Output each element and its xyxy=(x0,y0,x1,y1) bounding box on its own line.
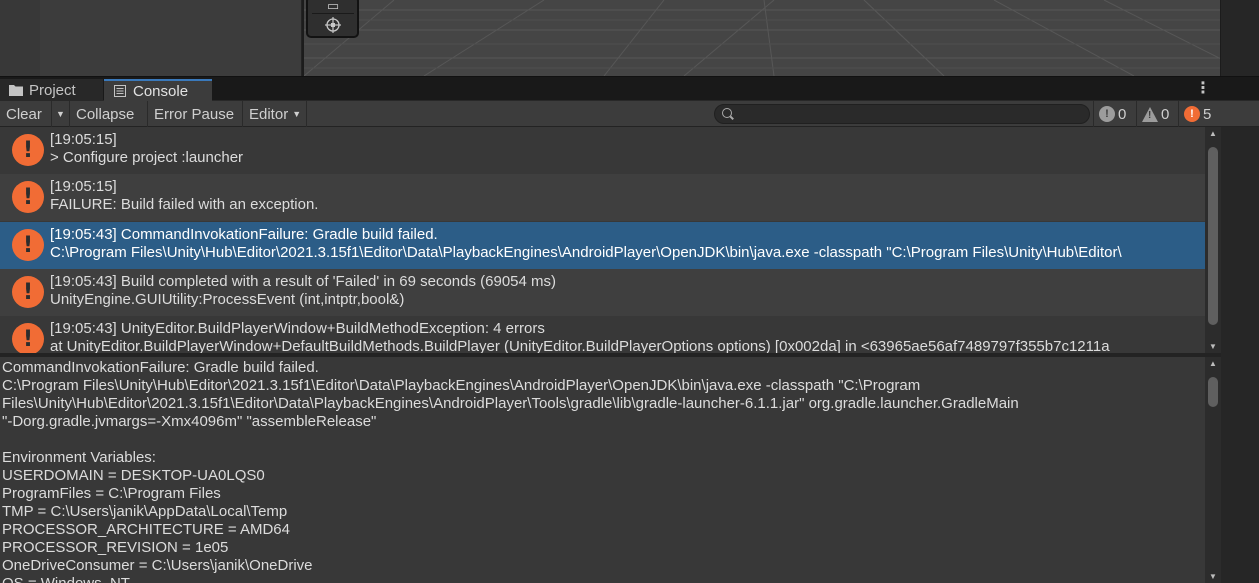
clear-button[interactable]: Clear xyxy=(0,101,52,127)
error-icon: ! xyxy=(12,276,44,308)
search-icon xyxy=(722,108,732,118)
collapse-toggle[interactable]: Collapse xyxy=(70,101,148,127)
detail-line: PROCESSOR_ARCHITECTURE = AMD64 xyxy=(2,521,290,538)
warning-icon: ! xyxy=(1142,106,1158,122)
error-icon: ! xyxy=(12,134,44,166)
error-pause-toggle[interactable]: Error Pause xyxy=(148,101,243,127)
info-count: 0 xyxy=(1118,105,1127,123)
error-icon: ! xyxy=(12,229,44,261)
search-field[interactable] xyxy=(714,104,1090,124)
scene-right-strip xyxy=(1221,0,1259,76)
clear-button-label: Clear xyxy=(6,105,42,123)
rect-tool-icon[interactable]: ▭ xyxy=(312,0,354,14)
scene-area: ▭ xyxy=(0,0,1259,76)
detail-line: PROCESSOR_REVISION = 1e05 xyxy=(2,539,229,556)
search-input[interactable] xyxy=(737,106,1077,122)
log-entry-line1: [19:05:43] UnityEditor.BuildPlayerWindow… xyxy=(50,320,545,337)
editor-dropdown[interactable]: Editor ▼ xyxy=(243,101,307,127)
log-entry-selected[interactable]: ! [19:05:43] CommandInvokationFailure: G… xyxy=(0,222,1205,269)
right-margin xyxy=(1221,127,1259,583)
more-options-icon[interactable]: ⋮ xyxy=(1195,81,1211,97)
left-toolbar-strip xyxy=(0,0,40,76)
error-count-toggle[interactable]: ! 5 xyxy=(1178,101,1221,127)
log-detail-pane[interactable]: CommandInvokationFailure: Gradle build f… xyxy=(0,357,1205,583)
error-pause-label: Error Pause xyxy=(154,105,235,123)
detail-scrollbar[interactable]: ▲ ▼ xyxy=(1205,357,1221,583)
log-entry[interactable]: ! [19:05:15] FAILURE: Build failed with … xyxy=(0,174,1205,221)
editor-label: Editor xyxy=(249,105,289,123)
detail-line: Files\Unity\Hub\Editor\2021.3.15f1\Edito… xyxy=(2,395,1019,412)
collapse-label: Collapse xyxy=(76,105,135,123)
detail-line: TMP = C:\Users\janik\AppData\Local\Temp xyxy=(2,503,288,520)
log-entry[interactable]: ! [19:05:15] > Configure project :launch… xyxy=(0,127,1205,174)
log-entry-line1: [19:05:15] xyxy=(50,131,117,148)
chevron-down-icon: ▼ xyxy=(56,109,65,119)
log-entry[interactable]: ! [19:05:43] UnityEditor.BuildPlayerWind… xyxy=(0,316,1205,353)
detail-line: OneDriveConsumer = C:\Users\janik\OneDri… xyxy=(2,557,313,574)
log-entry-line1: [19:05:43] CommandInvokationFailure: Gra… xyxy=(50,226,438,243)
log-entry-line2: C:\Program Files\Unity\Hub\Editor\2021.3… xyxy=(50,244,1122,261)
log-entry-line2: UnityEngine.GUIUtility:ProcessEvent (int… xyxy=(50,291,405,308)
folder-icon xyxy=(9,84,23,96)
log-entry-line2: > Configure project :launcher xyxy=(50,149,244,166)
warning-count-toggle[interactable]: ! 0 xyxy=(1136,101,1176,127)
warning-count: 0 xyxy=(1161,105,1170,123)
scroll-down-icon[interactable]: ▼ xyxy=(1208,342,1218,351)
detail-line: ProgramFiles = C:\Program Files xyxy=(2,485,221,502)
scene-tool-overlay: ▭ xyxy=(306,0,359,38)
error-icon: ! xyxy=(12,323,44,353)
detail-line: Environment Variables: xyxy=(2,449,156,466)
log-entry-line1: [19:05:43] Build completed with a result… xyxy=(50,273,557,290)
transform-tool-icon[interactable] xyxy=(312,15,354,35)
tab-console-label: Console xyxy=(133,82,189,100)
scroll-up-icon[interactable]: ▲ xyxy=(1208,359,1218,368)
scroll-down-icon[interactable]: ▼ xyxy=(1208,572,1218,581)
info-icon: ! xyxy=(1099,106,1115,122)
error-count: 5 xyxy=(1203,105,1212,123)
scroll-up-icon[interactable]: ▲ xyxy=(1208,129,1218,138)
info-count-toggle[interactable]: ! 0 xyxy=(1093,101,1132,127)
scene-view[interactable] xyxy=(302,0,1221,76)
tab-project-label: Project xyxy=(29,81,76,99)
scene-grid xyxy=(304,0,1220,76)
console-icon xyxy=(113,85,127,97)
error-icon: ! xyxy=(1184,106,1200,122)
detail-line: C:\Program Files\Unity\Hub\Editor\2021.3… xyxy=(2,377,921,394)
log-entry-line2: at UnityEditor.BuildPlayerWindow+Default… xyxy=(50,338,1110,353)
log-list-scrollbar[interactable]: ▲ ▼ xyxy=(1205,127,1221,353)
detail-line: CommandInvokationFailure: Gradle build f… xyxy=(2,359,319,376)
scrollbar-thumb[interactable] xyxy=(1208,377,1218,407)
clear-dropdown-button[interactable]: ▼ xyxy=(52,101,70,127)
tab-project[interactable]: Project xyxy=(0,79,103,101)
log-entry-line2: FAILURE: Build failed with an exception. xyxy=(50,196,319,213)
tab-console[interactable]: Console xyxy=(104,79,212,101)
log-entry[interactable]: ! [19:05:43] Build completed with a resu… xyxy=(0,269,1205,316)
scrollbar-thumb[interactable] xyxy=(1208,147,1218,325)
detail-line: OS = Windows_NT xyxy=(2,575,130,583)
console-tab-bar: Project Console ⋮ xyxy=(0,76,1259,101)
detail-line: "-Dorg.gradle.jvmargs=-Xmx4096m" "assemb… xyxy=(2,413,377,430)
hierarchy-panel[interactable] xyxy=(40,0,302,76)
chevron-down-icon: ▼ xyxy=(292,109,302,119)
error-icon: ! xyxy=(12,181,44,213)
log-entry-line1: [19:05:15] xyxy=(50,178,117,195)
console-log-list: ! [19:05:15] > Configure project :launch… xyxy=(0,127,1221,353)
detail-line: USERDOMAIN = DESKTOP-UA0LQS0 xyxy=(2,467,265,484)
